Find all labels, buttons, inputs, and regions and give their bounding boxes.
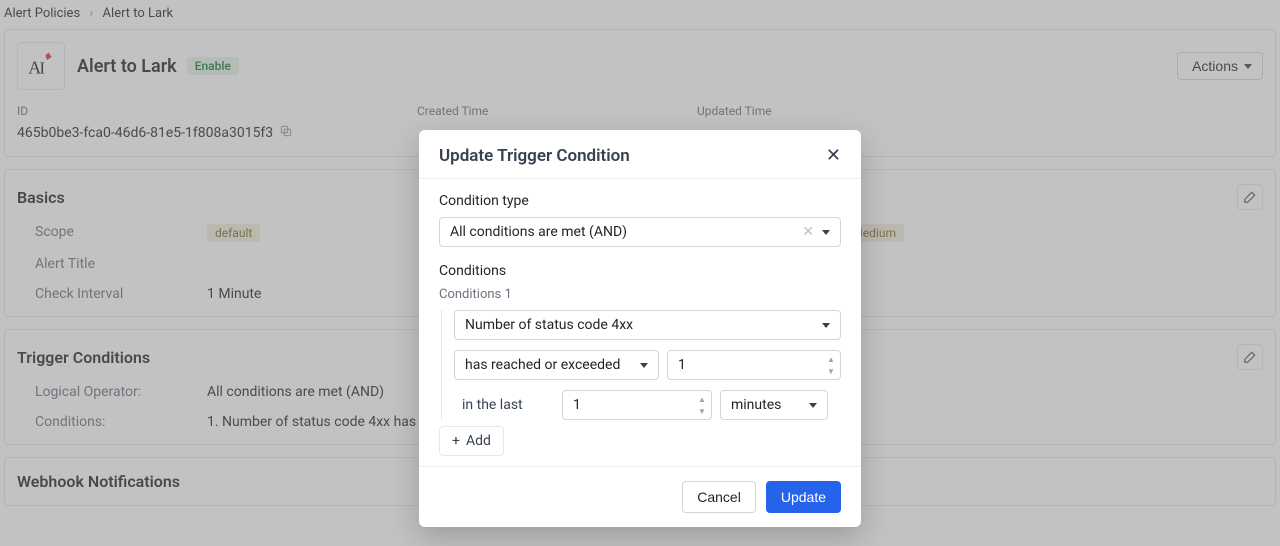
inlast-value: 1 [573, 397, 581, 413]
threshold-input[interactable]: 1 ▲ ▼ [667, 350, 841, 380]
condition-type-value: All conditions are met (AND) [450, 224, 627, 240]
modal-title: Update Trigger Condition [439, 146, 630, 166]
update-button[interactable]: Update [766, 481, 841, 513]
operator-select[interactable]: has reached or exceeded [454, 350, 659, 380]
add-label: Add [466, 433, 491, 449]
chevron-down-icon [809, 403, 817, 408]
close-icon[interactable]: ✕ [826, 147, 841, 165]
chevron-down-icon [640, 363, 648, 368]
unit-select[interactable]: minutes [720, 390, 828, 420]
chevron-down-icon [822, 230, 830, 235]
cancel-button[interactable]: Cancel [682, 481, 756, 513]
metric-value: Number of status code 4xx [465, 317, 633, 333]
inlast-input[interactable]: 1 ▲ ▼ [562, 390, 712, 420]
plus-icon: + [452, 433, 460, 449]
update-trigger-modal: Update Trigger Condition ✕ Condition typ… [419, 130, 861, 527]
stepper-down-icon[interactable]: ▼ [695, 405, 709, 417]
threshold-value: 1 [678, 357, 686, 373]
stepper-down-icon[interactable]: ▼ [824, 365, 838, 377]
stepper-up-icon[interactable]: ▲ [695, 393, 709, 405]
clear-icon[interactable]: ✕ [802, 224, 814, 240]
add-condition-button[interactable]: + Add [439, 426, 504, 456]
chevron-down-icon [822, 323, 830, 328]
modal-overlay[interactable]: Update Trigger Condition ✕ Condition typ… [0, 0, 1280, 546]
conditions-heading: Conditions [439, 263, 841, 279]
operator-value: has reached or exceeded [465, 357, 620, 373]
unit-value: minutes [731, 397, 781, 413]
inlast-label: in the last [454, 397, 554, 413]
condition-type-label: Condition type [439, 193, 841, 209]
condition-type-select[interactable]: All conditions are met (AND) ✕ [439, 217, 841, 247]
condition-block-label: Conditions 1 [439, 287, 841, 302]
stepper-up-icon[interactable]: ▲ [824, 353, 838, 365]
metric-select[interactable]: Number of status code 4xx [454, 310, 841, 340]
